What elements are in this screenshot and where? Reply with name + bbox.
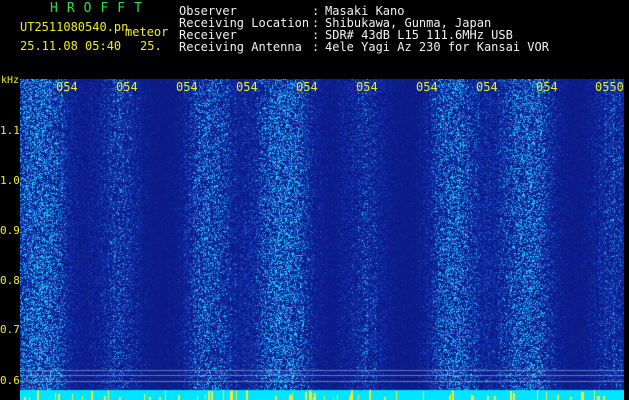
spectrogram-canvas	[20, 79, 624, 400]
seconds: 25.	[140, 39, 162, 53]
ytick-label: 0.7	[0, 323, 20, 336]
ytick-label: 1.1	[0, 124, 20, 137]
xtick-label: 054	[176, 80, 198, 94]
xtick-label: 054	[536, 80, 558, 94]
xtick-label: 054	[416, 80, 438, 94]
xtick-label: 054	[356, 80, 378, 94]
xtick-label: 054	[476, 80, 498, 94]
xtick-label: 0550	[595, 80, 624, 94]
xtick-label: 054	[236, 80, 258, 94]
ytick-label: 1.0	[0, 174, 20, 187]
spectrogram	[20, 79, 624, 400]
filename: UT2511080540.pn	[20, 20, 129, 34]
ytick-label: 0.9	[0, 224, 20, 237]
datetime: 25.11.08 05:40	[20, 39, 122, 53]
xtick-label: 054	[116, 80, 138, 94]
xtick-label: 054	[56, 80, 78, 94]
info-value-antenna: 4ele Yagi Az 230 for Kansai VOR	[325, 40, 549, 54]
xtick-label: 054	[296, 80, 318, 94]
app-title: HROFFT	[50, 1, 151, 16]
hrofft-window: HROFFT UT2511080540.pn meteor 25.11.08 0…	[0, 0, 629, 400]
yaxis-unit: kHz	[1, 75, 20, 86]
ytick-label: 0.6	[0, 374, 20, 387]
info-label-antenna: Receiving Antenna	[179, 40, 302, 54]
info-sep: :	[312, 40, 320, 54]
filename-suffix: meteor	[125, 25, 169, 39]
ytick-label: 0.8	[0, 274, 20, 287]
